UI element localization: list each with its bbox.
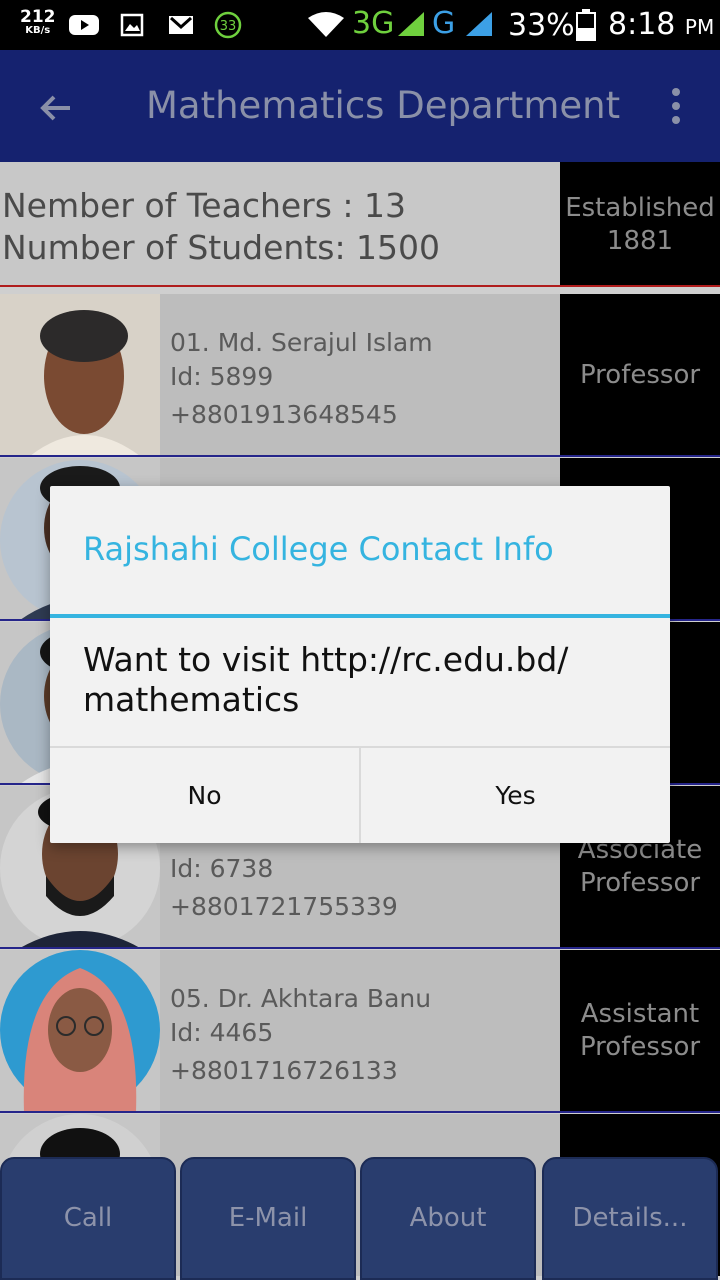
rank-line-2: Professor — [579, 868, 701, 898]
established-label: Established — [565, 193, 715, 223]
rank-line-1: Professor — [579, 359, 701, 390]
row-divider — [0, 455, 720, 457]
teacher-id: Id: 4465 — [170, 1018, 274, 1047]
row-divider — [0, 947, 720, 949]
established-badge: Established 1881 — [560, 162, 720, 286]
battery-icon — [576, 9, 596, 41]
student-count: Number of Students: 1500 — [2, 228, 441, 267]
signal-icon-2 — [466, 12, 492, 36]
clock: 8:18 PM — [608, 7, 714, 42]
call-button[interactable]: Call — [0, 1157, 176, 1280]
dialog-title: Rajshahi College Contact Info — [83, 530, 554, 568]
signal-icon — [398, 12, 424, 36]
teacher-name: 05. Dr. Akhtara Banu — [170, 984, 432, 1013]
page-title: Mathematics Department — [146, 84, 621, 127]
notif-badge-count: 33 — [220, 19, 237, 34]
details-button[interactable]: Details... — [542, 1157, 718, 1280]
teacher-row[interactable]: 01. Md. Serajul Islam Id: 5899 +88019136… — [0, 294, 720, 456]
header-divider — [0, 285, 720, 287]
yes-button[interactable]: Yes — [361, 748, 670, 843]
rank-line-2: Professor — [579, 1032, 701, 1062]
network-g-label: G — [432, 6, 456, 41]
speed-unit: KB/s — [25, 25, 51, 36]
teacher-rank: Assistant Professor — [560, 950, 720, 1112]
teacher-photo — [0, 294, 160, 456]
battery-percent: 33% — [508, 8, 575, 43]
more-vert-icon[interactable] — [664, 84, 688, 128]
rank-line-1: Assistant — [580, 999, 700, 1029]
arrow-back-icon[interactable] — [34, 86, 78, 130]
contact-info-dialog: Rajshahi College Contact Info Want to vi… — [50, 486, 670, 843]
row-divider — [0, 1111, 720, 1113]
department-info: Nember of Teachers : 13 Number of Studen… — [0, 162, 560, 286]
notification-badge-icon: 33 — [214, 11, 242, 39]
no-button[interactable]: No — [50, 748, 359, 843]
teacher-photo — [0, 950, 160, 1112]
teacher-phone: +8801716726133 — [170, 1056, 398, 1085]
teacher-name: 01. Md. Serajul Islam — [170, 328, 433, 357]
teacher-count: Nember of Teachers : 13 — [2, 186, 407, 225]
app-bar: Mathematics Department — [0, 50, 720, 162]
teacher-phone: +8801913648545 — [170, 400, 398, 429]
status-bar: 212 KB/s 33 3G G 33% 8:18 PM — [0, 0, 720, 50]
established-year: 1881 — [606, 226, 674, 256]
teacher-id: Id: 5899 — [170, 362, 274, 391]
teacher-rank: Professor — [560, 294, 720, 456]
wifi-icon — [308, 12, 344, 37]
dialog-title-divider — [50, 614, 670, 618]
dialog-message: Want to visit http://rc.edu.bd/ mathemat… — [83, 640, 643, 720]
teacher-row[interactable]: 05. Dr. Akhtara Banu Id: 4465 +880171672… — [0, 950, 720, 1112]
gmail-icon — [169, 16, 193, 34]
clock-time: 8:18 — [608, 7, 676, 42]
email-button[interactable]: E-Mail — [180, 1157, 356, 1280]
network-speed: 212 KB/s — [20, 7, 56, 37]
network-3g-label: 3G — [352, 6, 395, 41]
dialog-message-line-1: Want to visit http://rc.edu.bd/ — [83, 640, 569, 679]
speed-value: 212 — [20, 7, 56, 27]
gallery-icon — [120, 13, 144, 37]
youtube-icon — [69, 15, 99, 35]
teacher-phone: +8801721755339 — [170, 892, 398, 921]
clock-ampm: PM — [684, 15, 715, 39]
teacher-id: Id: 6738 — [170, 854, 274, 883]
dialog-message-line-2: mathematics — [83, 680, 300, 719]
about-button[interactable]: About — [360, 1157, 536, 1280]
